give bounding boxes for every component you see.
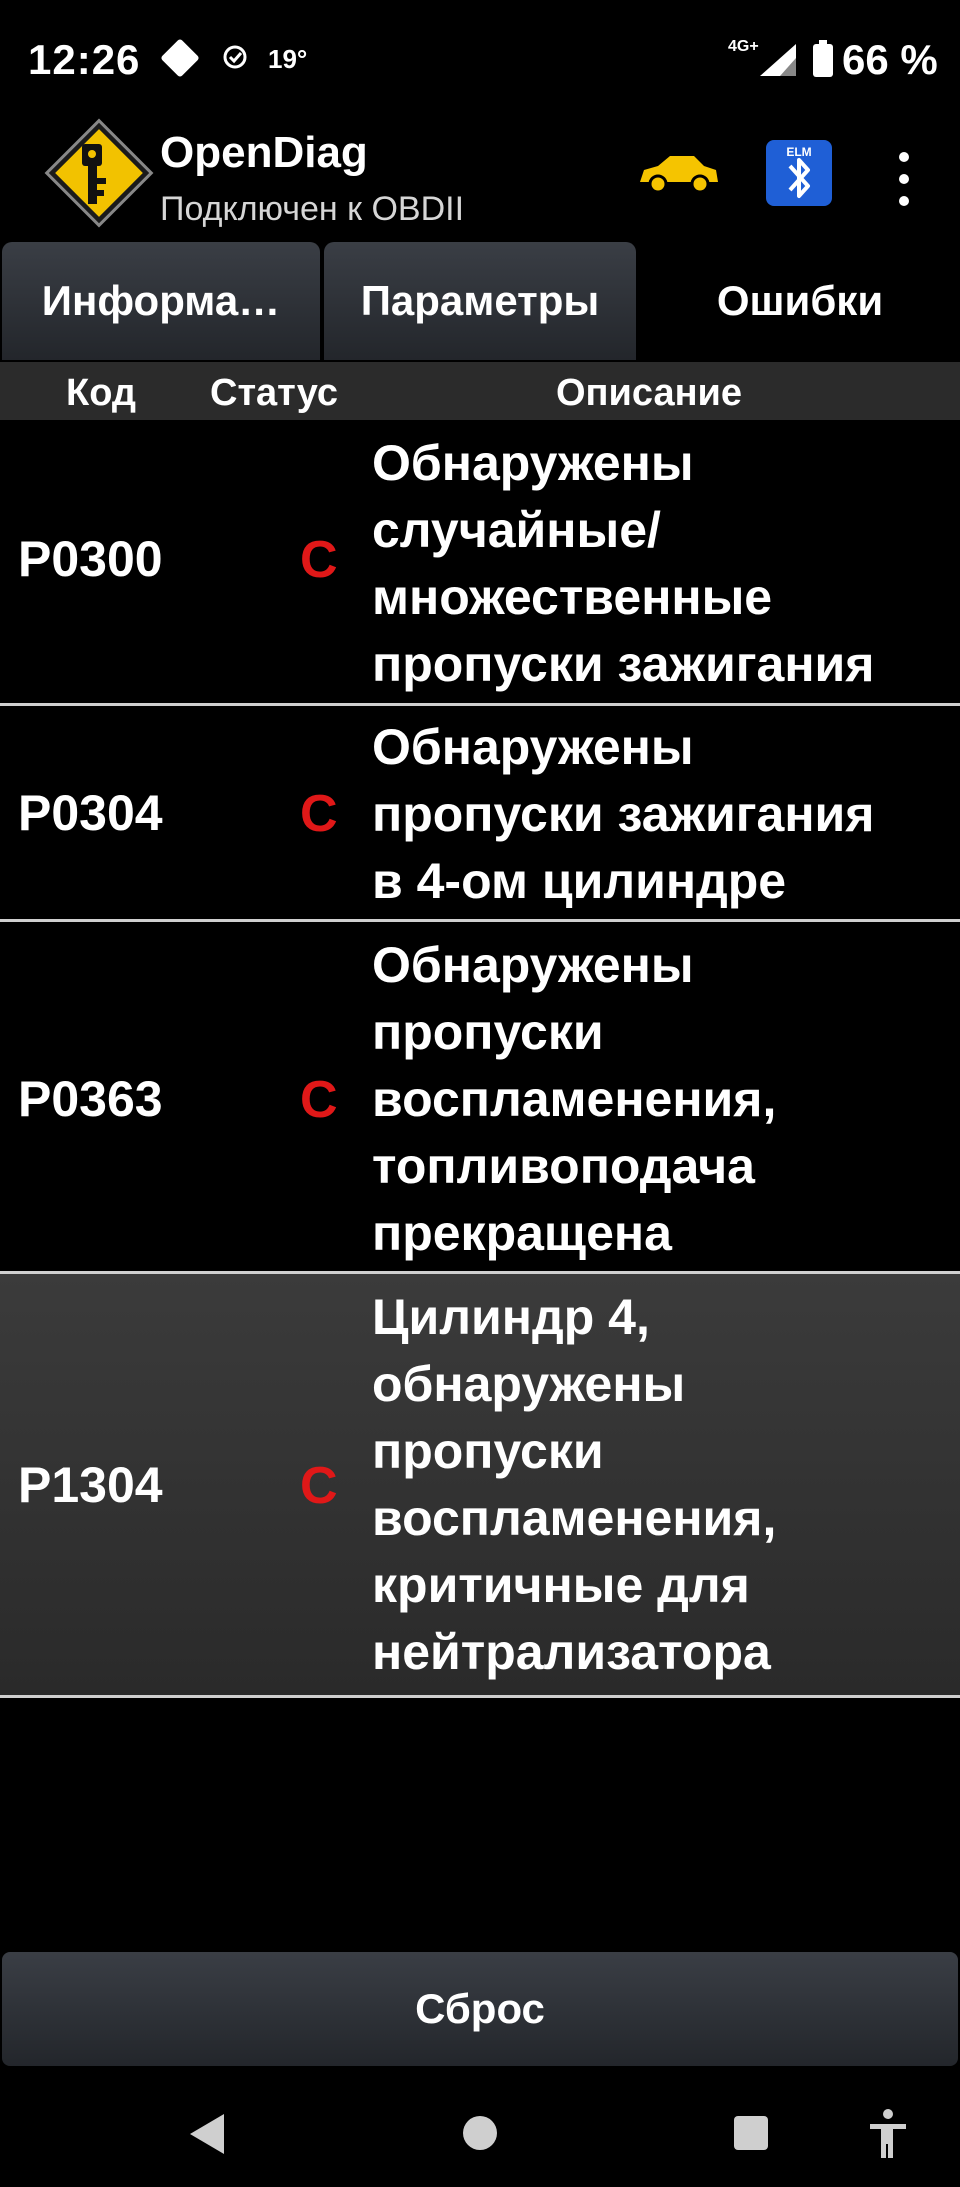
- tab-information[interactable]: Информа…: [2, 242, 320, 360]
- error-status: C: [300, 531, 338, 589]
- error-description: Обнаружены случайные/ множественные проп…: [372, 435, 875, 692]
- app-title: OpenDiag: [160, 128, 368, 177]
- signal-icon: [760, 44, 796, 76]
- network-type: 4G+: [728, 38, 759, 55]
- column-header-status: Статус: [210, 372, 339, 414]
- error-code: P0300: [18, 531, 163, 587]
- check-circle-icon: [223, 45, 247, 69]
- status-time: 12:26: [28, 36, 141, 83]
- error-code: P1304: [18, 1457, 163, 1513]
- table-header: Код Статус Описание: [0, 362, 960, 420]
- tab-bar: Информа… Параметры Ошибки: [0, 242, 960, 360]
- error-status: C: [300, 1457, 338, 1515]
- column-header-description: Описание: [556, 372, 743, 414]
- error-description: Цилиндр 4, обнаружены пропуски воспламен…: [372, 1289, 777, 1680]
- home-icon[interactable]: [463, 2116, 497, 2150]
- battery-icon: [813, 40, 833, 77]
- diamond-icon: [160, 38, 200, 78]
- error-description: Обнаружены пропуски зажигания в 4-ом цил…: [372, 719, 875, 909]
- app-bar: OpenDiag Подключен к OBDII ELM: [0, 112, 960, 242]
- bluetooth-icon[interactable]: ELM: [764, 138, 834, 208]
- car-icon[interactable]: [636, 152, 720, 196]
- svg-text:ELM: ELM: [786, 145, 811, 159]
- column-header-code: Код: [66, 372, 137, 414]
- tab-parameters[interactable]: Параметры: [324, 242, 636, 360]
- overflow-menu-icon[interactable]: [890, 152, 918, 206]
- table-row[interactable]: P0300 C Обнаружены случайные/ множествен…: [0, 420, 960, 706]
- table-row-selected[interactable]: P1304 C Цилиндр 4, обнаружены пропуски в…: [0, 1274, 960, 1698]
- battery-percent: 66 %: [842, 36, 938, 83]
- accessibility-icon[interactable]: [866, 2108, 910, 2160]
- app-logo-icon: [44, 118, 154, 228]
- error-code: P0304: [18, 785, 163, 841]
- back-icon[interactable]: [186, 2112, 226, 2156]
- system-nav-bar: [0, 2080, 960, 2187]
- recents-icon[interactable]: [734, 2116, 768, 2150]
- status-temperature: 19°: [268, 44, 308, 74]
- connection-status: Подключен к OBDII: [160, 190, 465, 228]
- error-status: C: [300, 1071, 338, 1129]
- table-row[interactable]: P0304 C Обнаружены пропуски зажигания в …: [0, 706, 960, 922]
- table-row[interactable]: P0363 C Обнаружены пропуски воспламенени…: [0, 922, 960, 1274]
- reset-button[interactable]: Сброс: [2, 1952, 958, 2066]
- status-bar: 12:26 19° 4G+ 66 %: [0, 0, 960, 120]
- error-status: C: [300, 785, 338, 843]
- error-description: Обнаружены пропуски воспламенения, топли…: [372, 937, 777, 1261]
- error-code: P0363: [18, 1071, 163, 1127]
- tab-errors[interactable]: Ошибки: [642, 242, 958, 360]
